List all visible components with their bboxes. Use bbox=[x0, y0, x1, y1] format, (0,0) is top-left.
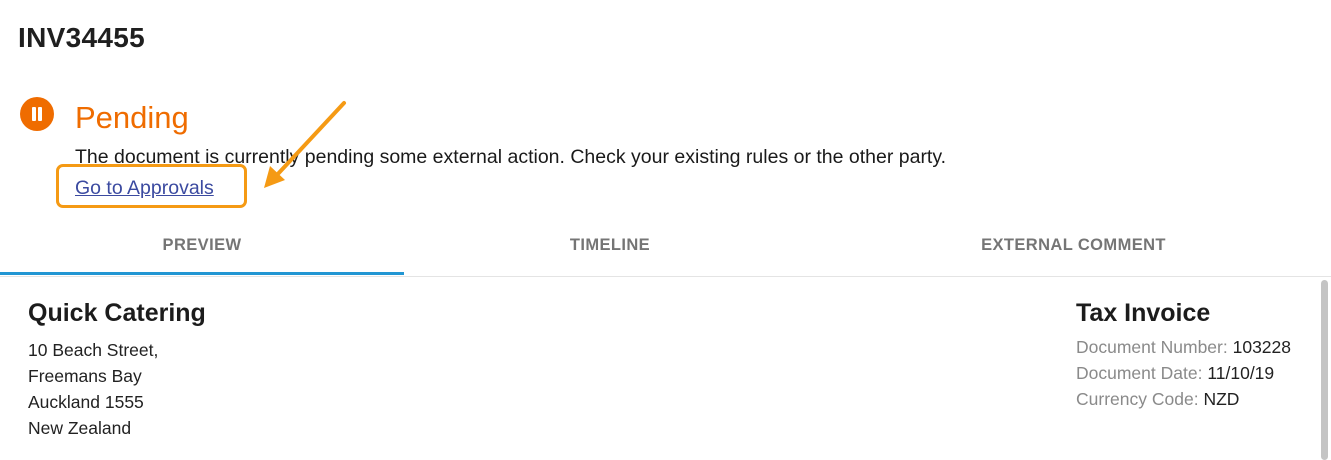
tab-bar: PREVIEW TIMELINE EXTERNAL COMMENT bbox=[0, 222, 1331, 277]
scrollbar[interactable] bbox=[1321, 280, 1328, 460]
address-line: Auckland 1555 bbox=[28, 392, 144, 412]
field-label: Document Number: bbox=[1076, 337, 1228, 357]
address-line: New Zealand bbox=[28, 418, 132, 438]
active-tab-indicator bbox=[0, 272, 404, 275]
invoice-title: Tax Invoice bbox=[1076, 299, 1211, 327]
tab-preview[interactable]: PREVIEW bbox=[0, 222, 404, 274]
field-value: 11/10/19 bbox=[1207, 363, 1275, 383]
field-value: 103228 bbox=[1232, 337, 1292, 357]
tab-external-comment[interactable]: EXTERNAL COMMENT bbox=[816, 222, 1331, 274]
address-line: Freemans Bay bbox=[28, 366, 142, 386]
invoice-preview: Quick Catering 10 Beach Street, Freemans… bbox=[0, 277, 1331, 460]
address-line: 10 Beach Street, bbox=[28, 340, 159, 360]
currency-code: Currency Code: NZD bbox=[1076, 389, 1239, 410]
company-name: Quick Catering bbox=[28, 299, 206, 327]
document-date: Document Date: 11/10/19 bbox=[1076, 363, 1274, 384]
field-label: Document Date: bbox=[1076, 363, 1203, 383]
field-value: NZD bbox=[1203, 389, 1240, 409]
field-label: Currency Code: bbox=[1076, 389, 1199, 409]
document-number: Document Number: 103228 bbox=[1076, 337, 1291, 358]
tab-timeline[interactable]: TIMELINE bbox=[404, 222, 816, 274]
